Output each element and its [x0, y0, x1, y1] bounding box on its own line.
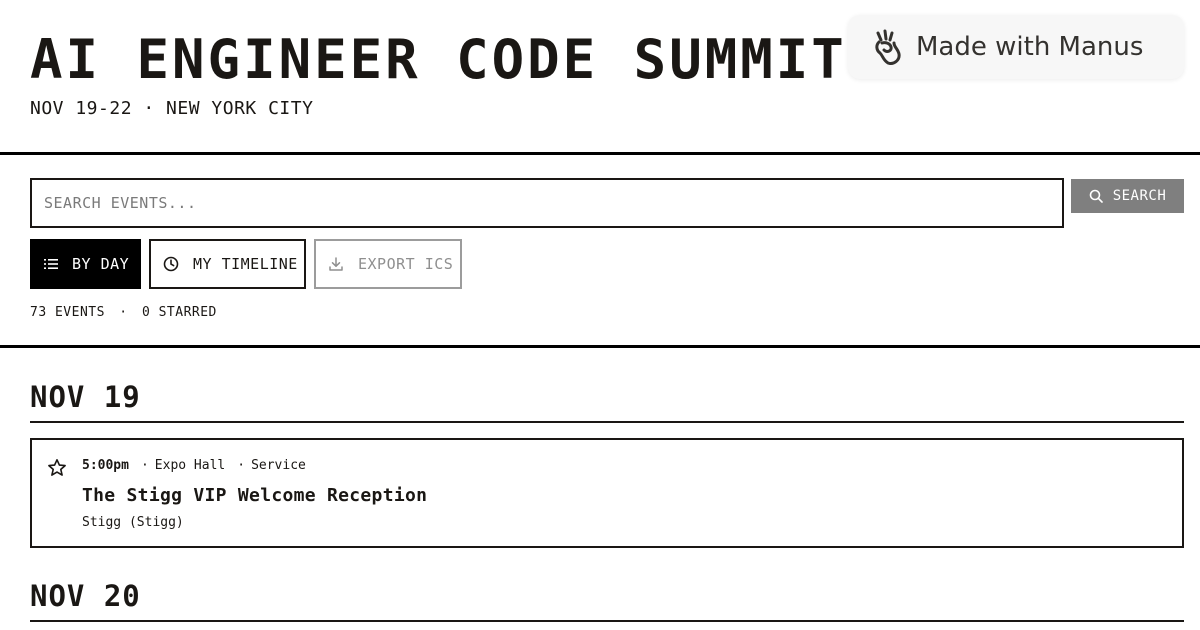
header-divider [0, 152, 1200, 155]
search-button[interactable]: SEARCH [1071, 179, 1184, 213]
star-icon[interactable] [47, 458, 67, 478]
controls-divider [0, 345, 1200, 348]
event-count: 73 EVENTS [30, 305, 105, 320]
day-divider [30, 620, 1184, 622]
event-category: Service [251, 458, 306, 473]
meta-separator: · [140, 458, 149, 473]
manus-hand-icon [875, 29, 901, 65]
count-separator: · [119, 305, 128, 320]
made-with-manus-badge[interactable]: Made with Manus [848, 15, 1184, 79]
event-card[interactable]: 5:00pm · Expo Hall · Service The Stigg VIP W… [30, 438, 1184, 548]
by-day-label: BY DAY [72, 255, 130, 273]
starred-count: 0 STARRED [141, 305, 217, 320]
event-time: 5:00pm [82, 458, 129, 473]
my-timeline-label: MY TIMELINE [193, 255, 298, 273]
search-input[interactable] [30, 178, 1064, 228]
meta-separator: · [237, 458, 246, 473]
badge-label: Made with Manus [916, 32, 1144, 62]
export-ics-button[interactable]: EXPORT ICS [314, 239, 462, 289]
by-day-button[interactable]: BY DAY [30, 239, 141, 289]
event-meta: 5:00pm · Expo Hall · Service [82, 458, 306, 473]
clock-icon [163, 256, 179, 272]
export-ics-label: EXPORT ICS [358, 255, 454, 273]
event-sponsor: Stigg (Stigg) [82, 515, 184, 530]
event-location: Expo Hall [154, 458, 226, 473]
search-button-label: SEARCH [1112, 188, 1167, 204]
day-divider [30, 421, 1184, 423]
day-heading: NOV 20 [30, 579, 141, 613]
my-timeline-button[interactable]: MY TIMELINE [149, 239, 306, 289]
download-icon [329, 257, 343, 271]
list-icon [44, 259, 58, 269]
event-date-location: NOV 19-22 · NEW YORK CITY [30, 98, 314, 119]
event-counts: 73 EVENTS · 0 STARRED [30, 305, 217, 320]
day-heading: NOV 19 [30, 380, 141, 414]
search-icon [1089, 189, 1103, 203]
event-title: The Stigg VIP Welcome Reception [82, 485, 428, 506]
